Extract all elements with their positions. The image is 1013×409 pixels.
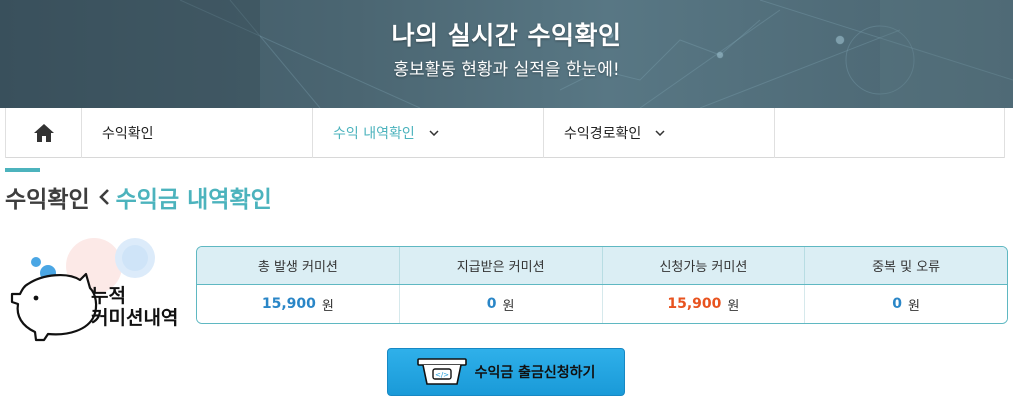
duplicate-error-value: 0 <box>892 296 903 312</box>
breadcrumb-current: 수익금 내역확인 <box>115 187 272 213</box>
nav-item-label: 수익경로확인 <box>564 126 642 142</box>
paid-commission-cell: 0 원 <box>400 285 603 323</box>
total-commission-cell: 15,900 원 <box>197 285 400 323</box>
cash-withdraw-icon: </> <box>416 358 467 385</box>
nav-item-label: 수익 내역확인 <box>333 126 415 142</box>
withdraw-button-label: 수익금 출금신청하기 <box>474 365 596 381</box>
breadcrumb: 수익확인 수익금 내역확인 <box>5 180 272 214</box>
label-line-2: 커미션내역 <box>91 307 179 329</box>
hero-banner: 나의 실시간 수익확인 홍보활동 현황과 실적을 한눈에! <box>0 0 1013 108</box>
unit-label: 원 <box>727 298 740 314</box>
home-icon <box>33 124 54 142</box>
total-commission-value: 15,900 <box>261 296 316 312</box>
column-header: 중복 및 오류 <box>872 260 941 275</box>
cumulative-commission-label: 누적 커미션내역 <box>91 285 178 329</box>
available-commission-cell: 15,900 원 <box>603 285 806 323</box>
unit-label: 원 <box>321 298 334 314</box>
commission-summary-table: 총 발생 커미션 지급받은 커미션 신청가능 커미션 중복 및 오류 15,90… <box>196 246 1008 324</box>
sub-navigation: 수익확인 수익 내역확인 수익경로확인 <box>5 108 1005 158</box>
column-header: 신청가능 커미션 <box>603 247 806 284</box>
paid-commission-value: 0 <box>486 296 497 312</box>
banner-title: 나의 실시간 수익확인 <box>391 21 622 50</box>
available-commission-value: 15,900 <box>667 296 722 312</box>
banner-subtitle: 홍보활동 현황과 실적을 한눈에! <box>393 60 620 80</box>
breadcrumb-root: 수익확인 <box>5 187 90 213</box>
nav-empty-cell <box>775 108 1005 158</box>
label-line-1: 누적 <box>91 285 126 307</box>
chevron-left-icon <box>98 187 110 207</box>
nav-item-revenue[interactable]: 수익확인 <box>82 108 313 158</box>
chevron-down-icon <box>429 130 439 136</box>
table-row: 15,900 원 0 원 15,900 원 0 원 <box>197 285 1007 323</box>
nav-item-revenue-path[interactable]: 수익경로확인 <box>544 108 775 158</box>
column-header: 총 발생 커미션 <box>197 247 400 284</box>
nav-item-revenue-history[interactable]: 수익 내역확인 <box>313 108 544 158</box>
nav-item-label: 수익확인 <box>102 126 154 142</box>
unit-label: 원 <box>502 298 515 314</box>
svg-text:</>: </> <box>435 371 449 379</box>
table-header-row: 총 발생 커미션 지급받은 커미션 신청가능 커미션 중복 및 오류 <box>197 247 1007 285</box>
column-header: 지급받은 커미션 <box>400 247 603 284</box>
chevron-down-icon <box>655 130 665 136</box>
unit-label: 원 <box>908 298 920 314</box>
home-button[interactable] <box>5 108 82 158</box>
withdraw-request-button[interactable]: </> 수익금 출금신청하기 <box>387 348 625 396</box>
duplicate-error-cell: 0 원 <box>805 285 1007 323</box>
title-accent-bar <box>5 168 40 172</box>
